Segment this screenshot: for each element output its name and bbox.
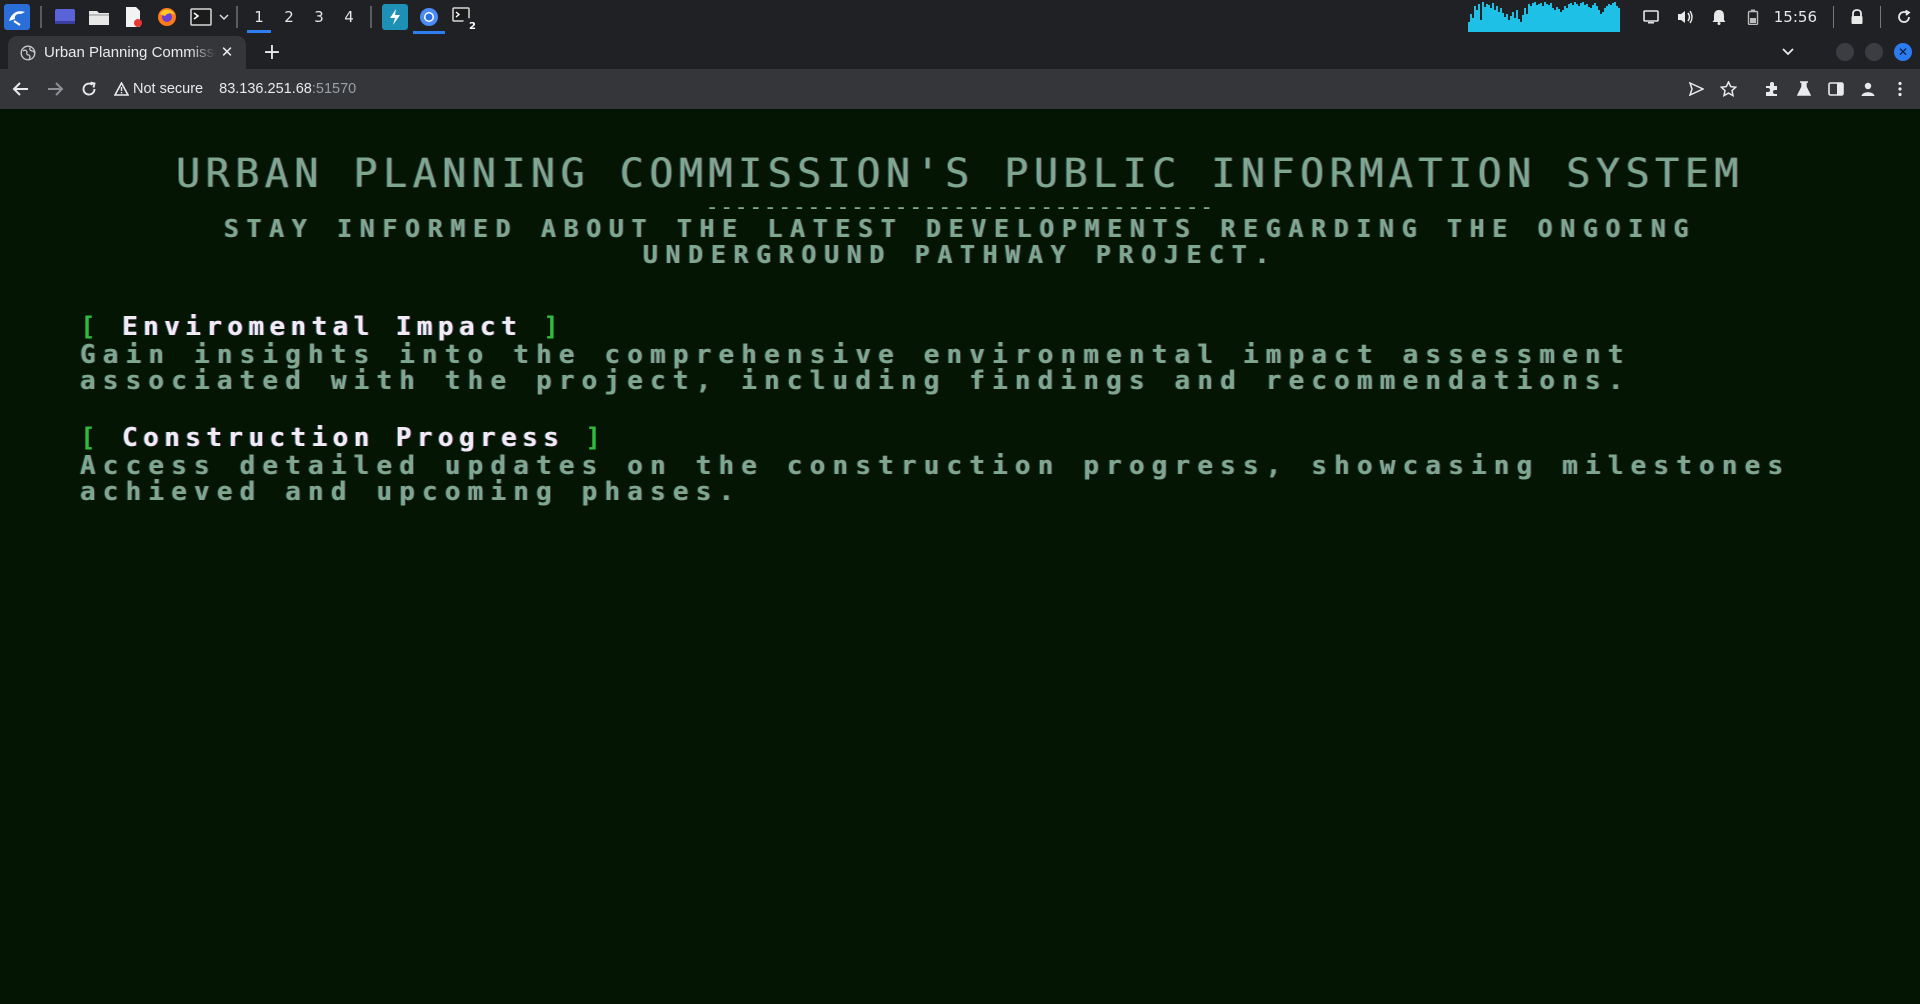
lock-icon[interactable] (1845, 5, 1869, 29)
firefox-icon[interactable] (154, 4, 180, 30)
workspace-2[interactable]: 2 (274, 0, 304, 34)
section-heading[interactable]: [ Enviromental Impact ] (80, 312, 1840, 342)
section-description: Gain insights into the comprehensive env… (80, 340, 1631, 396)
bracket-open: [ (80, 312, 102, 342)
bracket-open: [ (80, 423, 102, 453)
security-indicator[interactable]: Not secure (114, 81, 203, 97)
new-tab-button[interactable]: + (258, 36, 286, 69)
tray-separator (1833, 6, 1834, 28)
bracket-close: ] (585, 423, 607, 453)
tray-separator (1880, 6, 1881, 28)
back-button[interactable] (6, 74, 36, 104)
window-count-badge: 2 (469, 21, 476, 32)
section-heading[interactable]: [ Construction Progress ] (80, 423, 1840, 453)
menu-kebab-icon[interactable] (1884, 74, 1916, 104)
taskbar: 1 2 3 4 2 15:56 (0, 0, 1920, 34)
bracket-close: ] (543, 312, 565, 342)
profile-icon[interactable] (1852, 74, 1884, 104)
terminal-icon[interactable]: 2 (450, 4, 476, 32)
cpu-graph-bar (1617, 8, 1620, 32)
security-label: Not secure (133, 81, 204, 97)
terminal-dropdown-icon[interactable] (218, 4, 230, 30)
display-icon[interactable] (1639, 5, 1663, 29)
files-icon[interactable] (86, 4, 112, 30)
section-heading-label: Construction Progress (122, 423, 565, 453)
tab-title: Urban Planning Commission's Public Infor… (44, 44, 216, 61)
bookmark-star-icon[interactable] (1712, 74, 1744, 104)
address-bar[interactable]: Not secure 83.136.251.68:51570 (114, 74, 1680, 104)
close-tab-icon[interactable]: ✕ (218, 43, 236, 61)
workspace-4[interactable]: 4 (334, 0, 364, 34)
battery-icon[interactable] (1741, 5, 1765, 29)
globe-icon (20, 44, 36, 61)
send-icon[interactable] (1680, 74, 1712, 104)
flask-icon[interactable] (1788, 74, 1820, 104)
forward-button[interactable] (40, 74, 70, 104)
notifications-icon[interactable] (1707, 5, 1731, 29)
tab-search-icon[interactable] (1781, 47, 1795, 57)
cpu-usage-graph (1467, 2, 1620, 32)
kali-menu-icon[interactable] (4, 4, 30, 30)
section-environmental-impact: [ Enviromental Impact ] Gain insights in… (80, 312, 1840, 394)
page-content: URBAN PLANNING COMMISSION'S PUBLIC INFOR… (0, 109, 1920, 1004)
section-construction-progress: [ Construction Progress ] Access detaile… (80, 423, 1840, 505)
burp-icon[interactable] (382, 4, 408, 30)
terminal-icon[interactable] (188, 4, 214, 30)
browser-tab[interactable]: Urban Planning Commission's Public Infor… (8, 36, 246, 69)
page-subtitle: STAY INFORMED ABOUT THE LATEST DEVELOPME… (223, 214, 1697, 269)
taskbar-separator (236, 6, 238, 28)
minimize-button[interactable] (1836, 42, 1854, 61)
section-heading-label: Enviromental Impact (122, 312, 523, 342)
close-window-button[interactable]: ✕ (1894, 42, 1912, 61)
workspace-3[interactable]: 3 (304, 0, 334, 34)
url-port: :51570 (311, 81, 357, 97)
extensions-icon[interactable] (1756, 74, 1788, 104)
page-title: URBAN PLANNING COMMISSION'S PUBLIC INFOR… (176, 151, 1744, 197)
warning-icon (114, 82, 129, 96)
reload-button[interactable] (74, 74, 104, 104)
browser-tabbar: Urban Planning Commission's Public Infor… (0, 34, 1920, 69)
workspace-1[interactable]: 1 (244, 0, 274, 34)
maximize-button[interactable] (1865, 42, 1883, 61)
desktop-icon[interactable] (52, 4, 78, 30)
volume-icon[interactable] (1673, 5, 1697, 29)
side-panel-icon[interactable] (1820, 74, 1852, 104)
browser-toolbar: Not secure 83.136.251.68:51570 (0, 69, 1920, 109)
refresh-icon[interactable] (1892, 5, 1916, 29)
text-editor-icon[interactable] (120, 4, 146, 30)
url-host: 83.136.251.68 (219, 81, 312, 97)
taskbar-separator (40, 6, 42, 28)
section-description: Access detailed updates on the construct… (80, 451, 1791, 507)
clock[interactable]: 15:56 (1774, 8, 1817, 26)
taskbar-separator (370, 6, 372, 28)
chromium-icon[interactable] (413, 4, 445, 34)
